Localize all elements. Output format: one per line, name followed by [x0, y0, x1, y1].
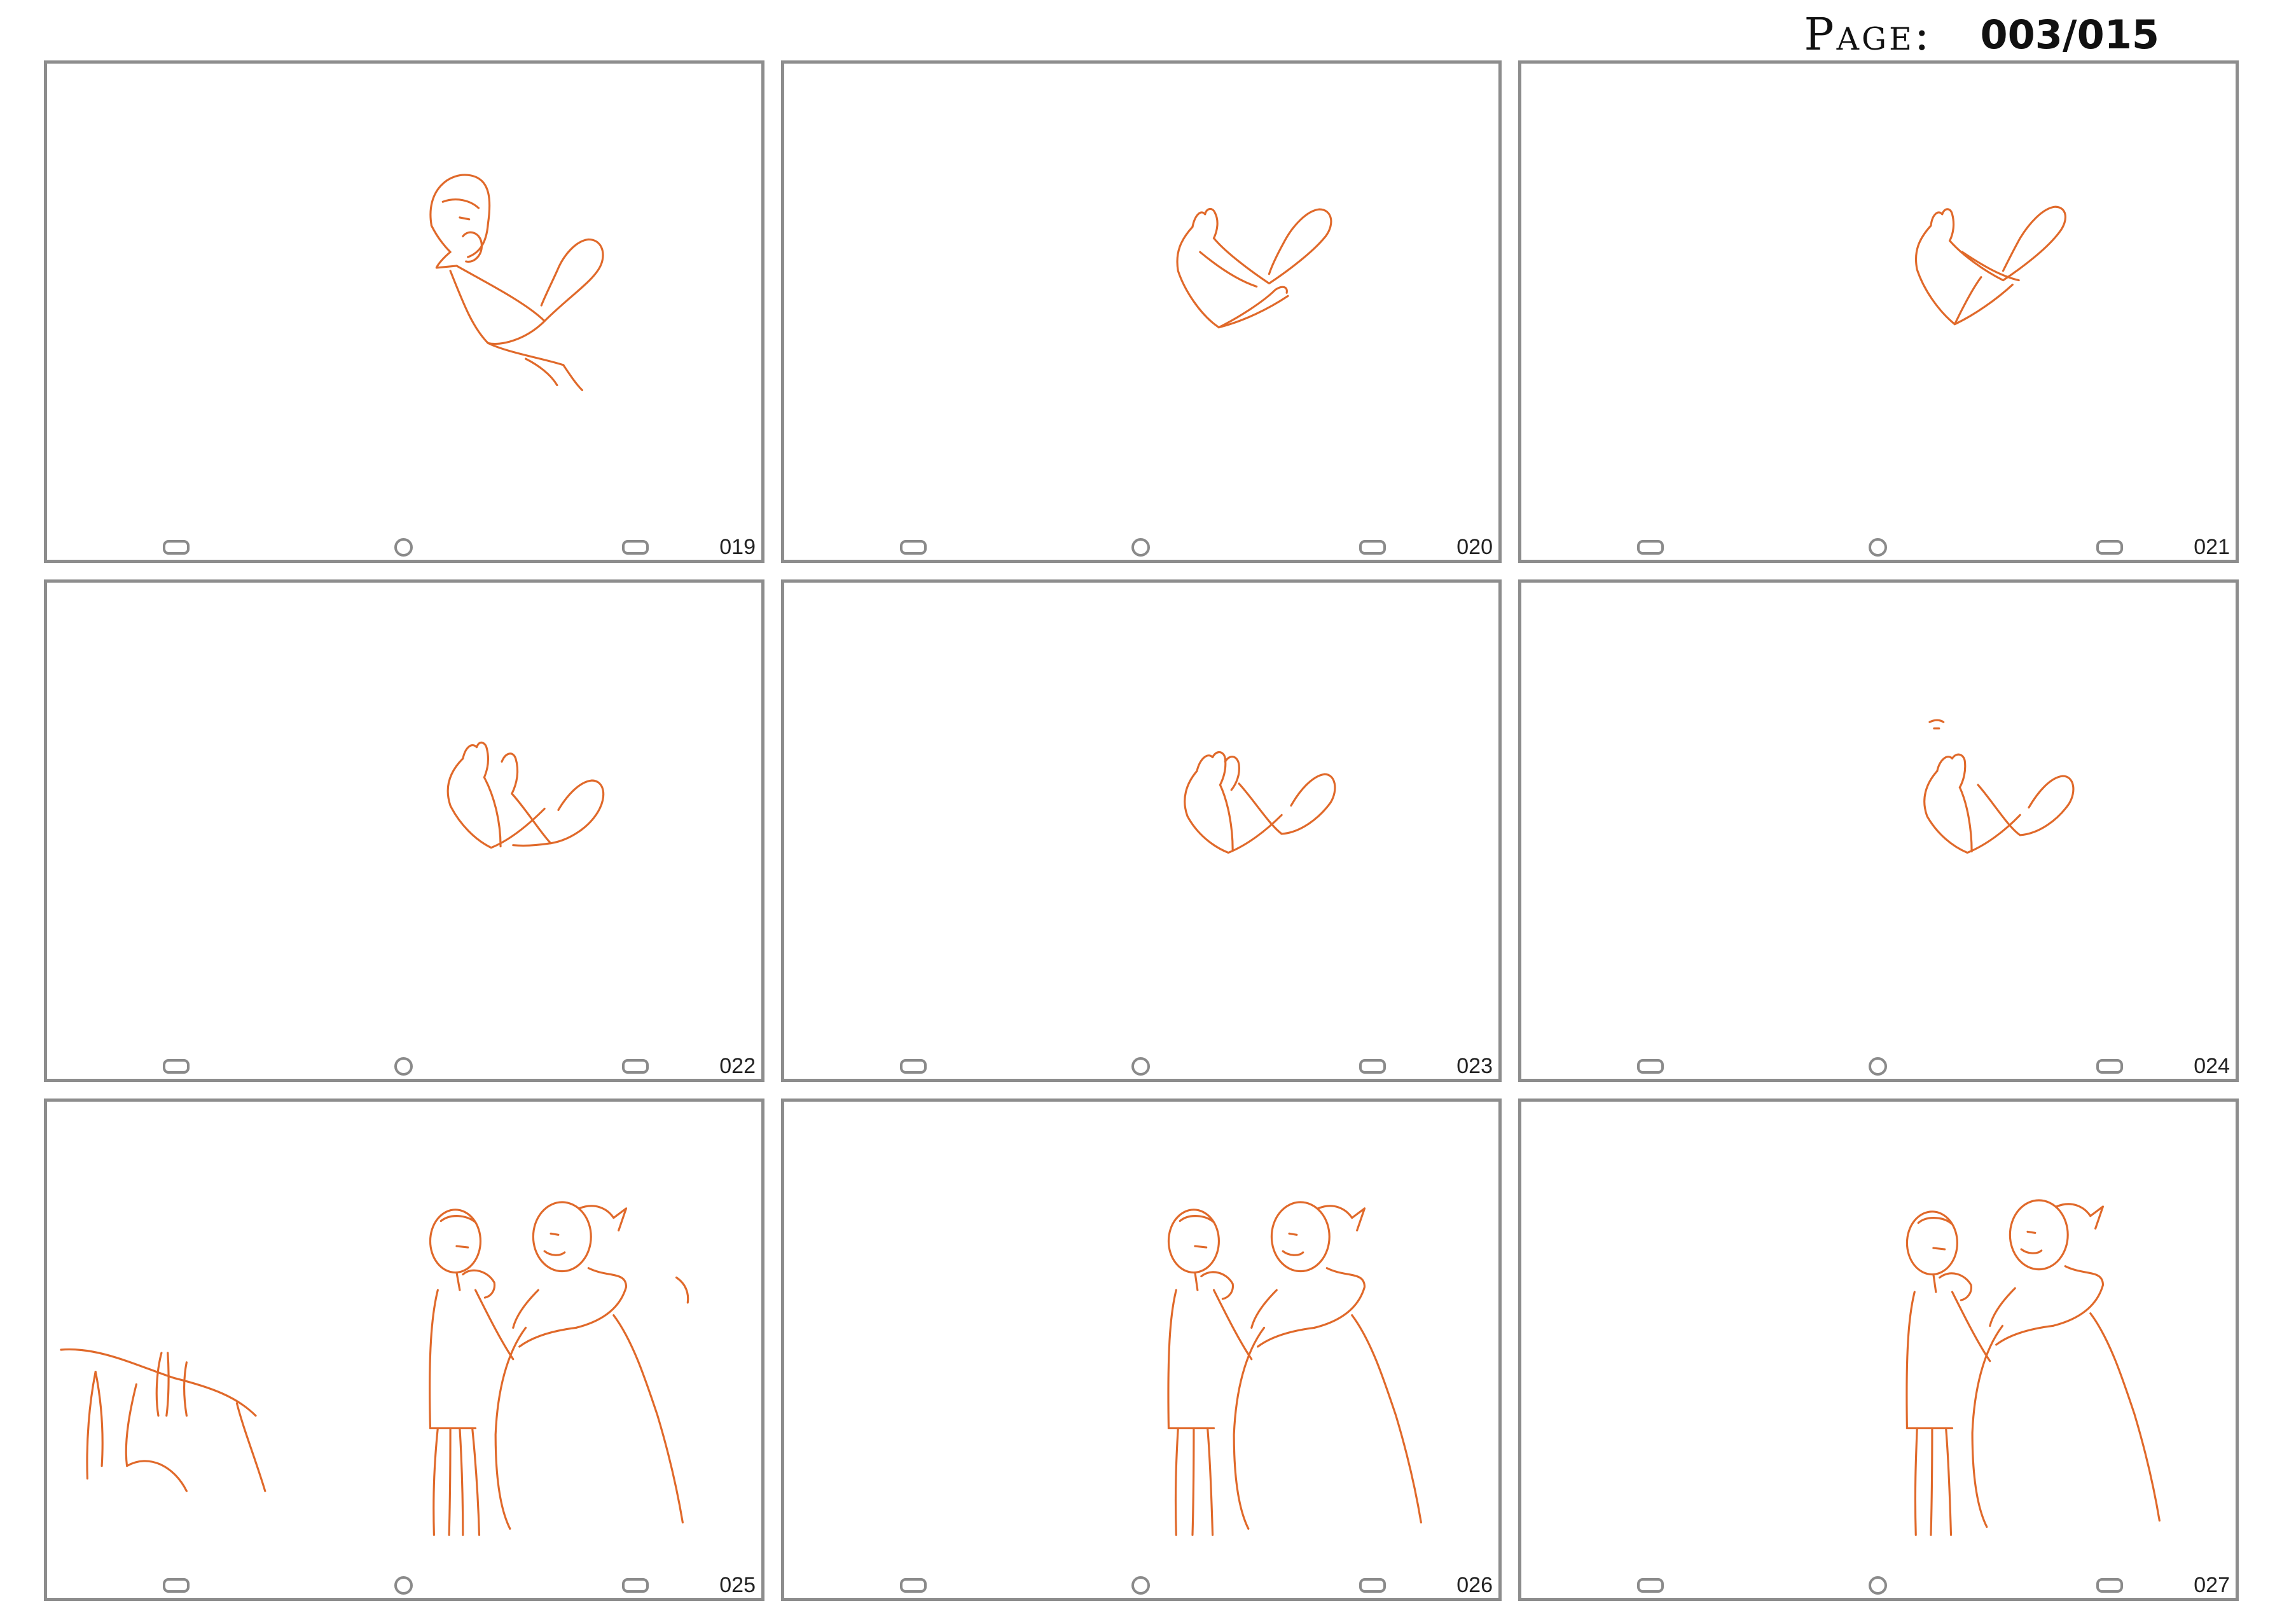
frame-number: 026 [1456, 1573, 1493, 1597]
sketch-drawing [1905, 1199, 2161, 1536]
peg-hole-right [2096, 540, 2123, 555]
animation-frame[interactable]: 023 [781, 579, 1502, 1082]
frame-number: 021 [2194, 535, 2230, 559]
peg-hole-right [622, 1578, 649, 1593]
peg-hole-right [1359, 1578, 1386, 1593]
peg-hole-center [394, 538, 413, 557]
peg-hole-right [2096, 1578, 2123, 1593]
animation-frame[interactable]: 019 [44, 60, 764, 563]
animation-frame[interactable]: 021 [1518, 60, 2239, 563]
peg-hole-center [1869, 538, 1887, 557]
animation-frame[interactable]: 024 [1518, 579, 2239, 1082]
sketch-drawing [1923, 719, 2075, 854]
peg-hole-left [900, 1059, 927, 1074]
animation-frame[interactable]: 022 [44, 579, 764, 1082]
peg-hole-left [900, 540, 927, 555]
peg-hole-right [1359, 1059, 1386, 1074]
peg-hole-right [622, 1059, 649, 1074]
frame-number: 024 [2194, 1054, 2230, 1078]
peg-hole-center [1131, 1057, 1150, 1076]
peg-hole-center [1131, 1576, 1150, 1595]
peg-hole-right [1359, 540, 1386, 555]
page-label: Page: [1804, 8, 1932, 60]
peg-hole-center [394, 1057, 413, 1076]
peg-hole-left [163, 540, 190, 555]
frame-number: 022 [719, 1054, 756, 1078]
sketch-drawing [1176, 207, 1332, 329]
frame-number: 027 [2194, 1573, 2230, 1597]
peg-hole-center [1869, 1576, 1887, 1595]
page-header: Page: 003/015 [1804, 8, 2159, 60]
peg-hole-left [900, 1578, 927, 1593]
sketch-drawing [446, 741, 605, 849]
sketch-drawing [1184, 751, 1336, 854]
frame-number: 019 [719, 535, 756, 559]
animation-frame[interactable]: 027 [1518, 1099, 2239, 1601]
sketch-drawing [1914, 205, 2066, 326]
animation-frame[interactable]: 025 [44, 1099, 764, 1601]
peg-hole-left [1637, 1059, 1664, 1074]
peg-hole-left [163, 1578, 190, 1593]
peg-hole-left [163, 1059, 190, 1074]
peg-hole-center [1869, 1057, 1887, 1076]
peg-hole-right [622, 540, 649, 555]
storyboard-sheet: 019 020 021 022 023 024 025 026 027 [44, 60, 2239, 1601]
peg-hole-right [2096, 1059, 2123, 1074]
sketch-drawing [1167, 1201, 1422, 1536]
frame-number: 025 [719, 1573, 756, 1597]
peg-hole-center [394, 1576, 413, 1595]
peg-hole-center [1131, 538, 1150, 557]
page-number: 003/015 [1980, 11, 2159, 58]
sketch-drawing [429, 174, 604, 391]
frame-number: 020 [1456, 535, 1493, 559]
peg-hole-left [1637, 1578, 1664, 1593]
sketch-drawing [60, 1201, 689, 1536]
animation-frame[interactable]: 020 [781, 60, 1502, 563]
animation-frame[interactable]: 026 [781, 1099, 1502, 1601]
peg-hole-left [1637, 540, 1664, 555]
frame-number: 023 [1456, 1054, 1493, 1078]
